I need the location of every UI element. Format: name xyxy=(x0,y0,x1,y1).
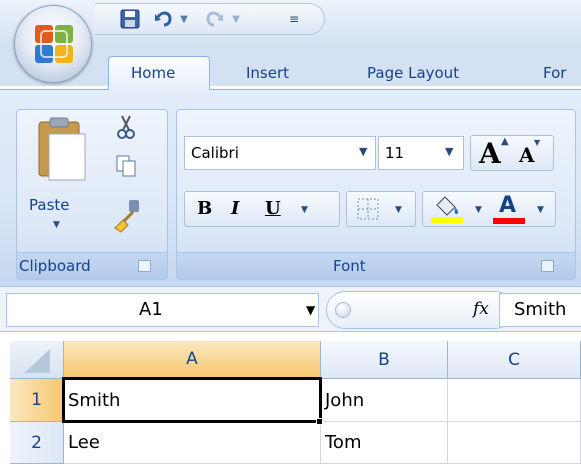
select-all-button[interactable] xyxy=(10,341,64,379)
save-icon[interactable] xyxy=(117,7,143,31)
name-box-dropdown-icon[interactable]: ▼ xyxy=(306,303,315,317)
undo-icon[interactable] xyxy=(151,7,177,31)
tab-home-label[interactable]: Home xyxy=(131,64,175,86)
bold-button[interactable]: B xyxy=(197,198,212,219)
office-logo-icon xyxy=(35,25,73,63)
redo-icon[interactable] xyxy=(201,7,227,31)
font-size-value: 11 xyxy=(385,144,405,162)
font-name-value: Calibri xyxy=(191,144,239,162)
font-size-adjust: A ▲ A ▼ xyxy=(470,135,554,171)
row-header-1[interactable]: 1 xyxy=(10,379,64,422)
paste-button[interactable]: Paste ▼ xyxy=(27,116,95,246)
cell-a1[interactable]: Smith xyxy=(64,379,321,422)
formula-input-value: Smith xyxy=(514,299,567,320)
cell-c1[interactable] xyxy=(448,379,581,422)
copy-icon[interactable] xyxy=(115,154,137,182)
name-box-value: A1 xyxy=(139,299,163,320)
quick-access-toolbar: ▼ ▼ ≡ xyxy=(95,3,325,35)
color-buttons: ▼ A ▼ xyxy=(422,191,556,227)
borders-button[interactable]: ▼ xyxy=(346,191,416,227)
italic-button[interactable]: I xyxy=(231,198,239,219)
formula-input[interactable]: Smith xyxy=(499,293,581,327)
grow-font-button[interactable]: A xyxy=(479,137,501,170)
clipboard-launcher-icon[interactable] xyxy=(138,260,151,272)
paste-dropdown-icon[interactable]: ▼ xyxy=(53,220,60,230)
font-size-dropdown-icon[interactable]: ▼ xyxy=(445,145,453,158)
font-color-button[interactable]: A xyxy=(499,193,516,218)
office-button[interactable] xyxy=(14,5,92,83)
column-header-a[interactable]: A xyxy=(64,341,321,379)
fill-handle[interactable] xyxy=(316,418,323,425)
format-painter-icon[interactable] xyxy=(113,198,143,238)
font-name-dropdown-icon[interactable]: ▼ xyxy=(359,145,367,158)
fill-color-icon xyxy=(436,196,459,216)
fill-color-dropdown-icon[interactable]: ▼ xyxy=(475,205,482,215)
fill-color-swatch xyxy=(431,217,463,223)
font-name-combo[interactable]: Calibri ▼ xyxy=(184,136,376,170)
fill-color-button[interactable] xyxy=(431,195,475,223)
formula-bar-expand-icon[interactable] xyxy=(335,302,351,318)
name-box[interactable]: A1 ▼ xyxy=(6,293,319,327)
cell-b2[interactable]: Tom xyxy=(321,422,448,464)
paste-icon xyxy=(38,117,86,181)
column-header-c[interactable]: C xyxy=(448,341,581,379)
clipboard-group: Clipboard Paste ▼ xyxy=(16,109,168,280)
redo-dropdown-icon[interactable]: ▼ xyxy=(229,7,243,31)
grow-arrow-icon: ▲ xyxy=(501,136,509,147)
cell-a2[interactable]: Lee xyxy=(64,422,321,464)
borders-icon xyxy=(357,198,379,220)
underline-dropdown-icon[interactable]: ▼ xyxy=(301,205,308,215)
font-group-label: Font xyxy=(333,257,366,275)
cell-c2[interactable] xyxy=(448,422,581,464)
column-header-b[interactable]: B xyxy=(321,341,448,379)
undo-dropdown-icon[interactable]: ▼ xyxy=(177,7,191,31)
borders-dropdown-icon[interactable]: ▼ xyxy=(395,205,402,215)
shrink-arrow-icon: ▼ xyxy=(534,138,541,147)
insert-function-icon[interactable]: fx xyxy=(473,299,489,319)
font-launcher-icon[interactable] xyxy=(541,260,554,272)
tab-page-layout[interactable]: Page Layout xyxy=(367,64,459,86)
shrink-font-button[interactable]: A xyxy=(519,143,535,167)
font-color-dropdown-icon[interactable]: ▼ xyxy=(537,205,544,215)
formula-bar-controls: fx xyxy=(326,291,514,329)
cut-icon[interactable] xyxy=(115,114,137,144)
cell-b1[interactable]: John xyxy=(321,379,448,422)
select-all-icon xyxy=(24,349,50,373)
customize-qat-icon[interactable]: ≡ xyxy=(285,7,303,31)
underline-button[interactable]: U xyxy=(265,198,281,219)
tab-insert[interactable]: Insert xyxy=(246,64,289,86)
font-color-swatch xyxy=(493,218,525,224)
bold-italic-underline-group: B I U ▼ xyxy=(184,191,340,227)
font-size-combo[interactable]: 11 ▼ xyxy=(378,136,464,170)
paste-label: Paste xyxy=(29,196,70,214)
clipboard-group-label: Clipboard xyxy=(19,257,91,275)
row-header-2[interactable]: 2 xyxy=(10,422,64,464)
tab-formulas[interactable]: For xyxy=(543,64,566,86)
